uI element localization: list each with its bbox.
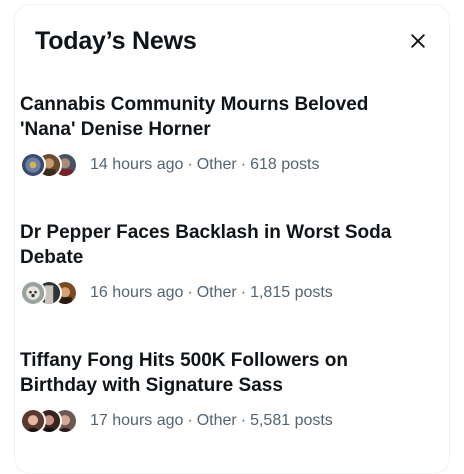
separator: · bbox=[187, 284, 193, 301]
avatar bbox=[20, 280, 46, 306]
news-post-count: 1,815 posts bbox=[250, 284, 333, 301]
news-item-meta: 17 hours ago · Other · 5,581 posts bbox=[20, 406, 416, 436]
panel-title: Today’s News bbox=[35, 26, 197, 55]
news-item-info: 14 hours ago · Other · 618 posts bbox=[90, 156, 319, 174]
separator: · bbox=[240, 412, 247, 429]
news-time: 16 hours ago bbox=[90, 284, 184, 301]
separator: · bbox=[240, 156, 247, 173]
news-time: 14 hours ago bbox=[90, 156, 184, 173]
news-item-info: 16 hours ago · Other · 1,815 posts bbox=[90, 284, 333, 302]
news-time: 17 hours ago bbox=[90, 412, 184, 429]
avatar-group bbox=[20, 150, 82, 180]
news-item[interactable]: Cannabis Community Mourns Beloved 'Nana'… bbox=[20, 92, 416, 180]
avatar-group bbox=[20, 278, 82, 308]
news-category: Other bbox=[196, 284, 237, 301]
separator: · bbox=[187, 156, 193, 173]
close-button[interactable] bbox=[401, 24, 435, 58]
close-icon bbox=[411, 34, 425, 48]
news-post-count: 5,581 posts bbox=[250, 412, 333, 429]
news-category: Other bbox=[196, 412, 237, 429]
news-item[interactable]: Tiffany Fong Hits 500K Followers on Birt… bbox=[20, 348, 416, 436]
news-item-meta: 16 hours ago · Other · 1,815 posts bbox=[20, 278, 416, 308]
news-category: Other bbox=[196, 156, 237, 173]
news-item-title[interactable]: Tiffany Fong Hits 500K Followers on Birt… bbox=[20, 348, 416, 398]
news-item[interactable]: Dr Pepper Faces Backlash in Worst Soda D… bbox=[20, 220, 416, 308]
news-item-info: 17 hours ago · Other · 5,581 posts bbox=[90, 412, 333, 430]
news-post-count: 618 posts bbox=[250, 156, 320, 173]
news-item-meta: 14 hours ago · Other · 618 posts bbox=[20, 150, 416, 180]
news-item-title[interactable]: Dr Pepper Faces Backlash in Worst Soda D… bbox=[20, 220, 416, 270]
avatar-group bbox=[20, 406, 82, 436]
panel-header: Today’s News bbox=[35, 23, 431, 59]
avatar bbox=[20, 408, 46, 434]
news-item-title[interactable]: Cannabis Community Mourns Beloved 'Nana'… bbox=[20, 92, 416, 142]
separator: · bbox=[187, 412, 193, 429]
avatar bbox=[20, 152, 46, 178]
separator: · bbox=[240, 284, 247, 301]
